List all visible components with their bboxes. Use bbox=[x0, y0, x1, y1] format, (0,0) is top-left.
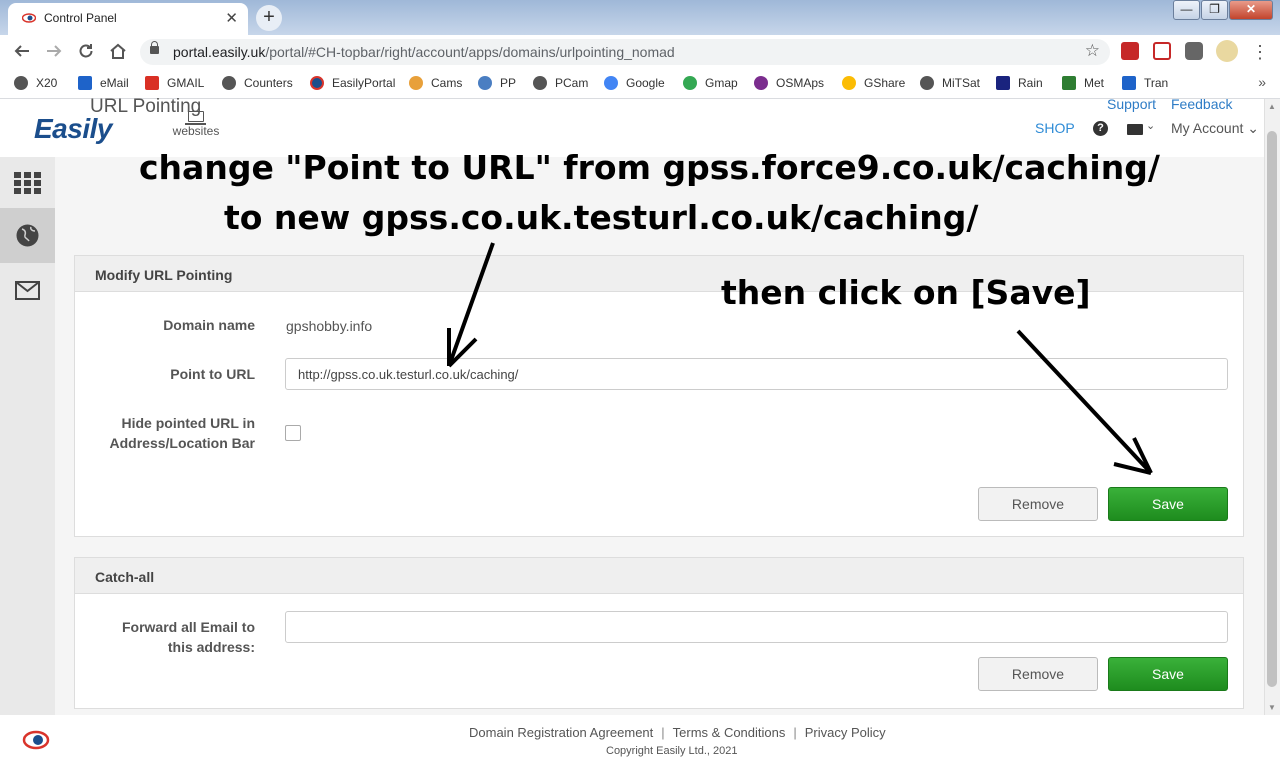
bookmark-item[interactable]: MiTSat bbox=[920, 76, 980, 92]
annotation-instruction-line3: then click on [Save] bbox=[721, 273, 1091, 312]
tab-title: Control Panel bbox=[44, 11, 117, 25]
home-icon[interactable] bbox=[108, 42, 128, 62]
browser-tab-strip: Control Panel ✕ + — ❐ ✕ bbox=[0, 0, 1280, 35]
extensions-puzzle-icon[interactable] bbox=[1185, 42, 1203, 60]
support-link[interactable]: Support bbox=[1107, 96, 1156, 112]
sidebar-item-apps[interactable] bbox=[0, 157, 55, 212]
annotation-instruction-line1: change "Point to URL" from gpss.force9.c… bbox=[139, 148, 1160, 187]
bookmark-item[interactable]: PP bbox=[478, 76, 516, 92]
terms-conditions-link[interactable]: Terms & Conditions bbox=[673, 725, 786, 740]
globe-icon bbox=[16, 224, 39, 247]
footer-links: Domain Registration Agreement | Terms & Co… bbox=[469, 725, 886, 740]
shop-link[interactable]: SHOP bbox=[1035, 120, 1075, 136]
save-button[interactable]: Save bbox=[1108, 487, 1228, 521]
catch-all-save-button[interactable]: Save bbox=[1108, 657, 1228, 691]
scrollbar-thumb[interactable] bbox=[1267, 131, 1277, 687]
bookmark-item[interactable]: Gmap bbox=[683, 76, 738, 92]
footer-separator: | bbox=[793, 725, 797, 740]
site-footer: Domain Registration Agreement | Terms & Co… bbox=[0, 715, 1264, 768]
bookmark-item[interactable]: Counters bbox=[222, 76, 293, 92]
browser-tab[interactable]: Control Panel ✕ bbox=[8, 3, 248, 35]
copyright-text: Copyright Easily Ltd., 2021 bbox=[606, 745, 738, 757]
chevron-down-icon[interactable]: ⌄ bbox=[1146, 119, 1155, 132]
tab-close-icon[interactable]: ✕ bbox=[225, 9, 238, 27]
calendar-extension-icon[interactable] bbox=[1153, 42, 1171, 60]
feedback-link[interactable]: Feedback bbox=[1171, 96, 1232, 112]
sidebar-item-domains[interactable] bbox=[0, 208, 55, 263]
help-icon[interactable]: ? bbox=[1093, 121, 1108, 136]
panel-heading: Catch-all bbox=[75, 558, 1243, 594]
bookmark-item[interactable]: Google bbox=[604, 76, 665, 92]
forward-email-label: Forward all Email to this address: bbox=[121, 619, 255, 655]
scroll-up-icon[interactable]: ▲ bbox=[1268, 102, 1276, 111]
sidebar-item-email[interactable] bbox=[0, 263, 55, 318]
catch-all-remove-button[interactable]: Remove bbox=[978, 657, 1098, 691]
point-to-url-label: Point to URL bbox=[170, 366, 255, 382]
remove-button[interactable]: Remove bbox=[978, 487, 1098, 521]
bookmark-item[interactable]: PCam bbox=[533, 76, 588, 92]
page-title: URL Pointing bbox=[90, 96, 202, 117]
bookmark-item[interactable]: Rain bbox=[996, 76, 1043, 92]
bookmark-star-icon[interactable]: ☆ bbox=[1085, 41, 1100, 61]
websites-label: websites bbox=[172, 124, 220, 138]
profile-avatar-icon[interactable] bbox=[1216, 40, 1238, 62]
easily-footer-logo-icon bbox=[22, 730, 50, 750]
address-url: portal.easily.uk/portal/#CH-topbar/right… bbox=[173, 44, 675, 60]
my-account-menu[interactable]: My Account ⌄ bbox=[1171, 120, 1259, 137]
grid-icon bbox=[14, 172, 41, 194]
browser-toolbar: portal.easily.uk/portal/#CH-topbar/right… bbox=[0, 35, 1280, 69]
bookmarks-bar: X20 eMail GMAIL Counters EasilyPortal Ca… bbox=[0, 69, 1280, 99]
new-tab-button[interactable]: + bbox=[256, 5, 282, 31]
envelope-icon bbox=[15, 281, 40, 300]
lock-icon bbox=[150, 41, 159, 54]
window-maximize-button[interactable]: ❐ bbox=[1201, 0, 1228, 20]
domain-name-value: gpshobby.info bbox=[286, 318, 373, 334]
hide-pointed-url-label: Hide pointed URL in Address/Location Bar bbox=[109, 415, 255, 451]
browser-menu-icon[interactable]: ⋮ bbox=[1250, 42, 1270, 62]
bookmark-item[interactable]: GShare bbox=[842, 76, 905, 92]
window-close-button[interactable]: ✕ bbox=[1229, 0, 1273, 20]
domain-name-label: Domain name bbox=[163, 317, 255, 333]
mail-icon[interactable] bbox=[1127, 124, 1143, 135]
bookmark-item[interactable]: GMAIL bbox=[145, 76, 204, 92]
footer-separator: | bbox=[661, 725, 665, 740]
forward-email-input[interactable] bbox=[285, 611, 1228, 643]
hide-pointed-url-checkbox[interactable] bbox=[285, 425, 301, 441]
forward-arrow-icon[interactable] bbox=[44, 42, 64, 62]
privacy-policy-link[interactable]: Privacy Policy bbox=[805, 725, 886, 740]
bookmark-item[interactable]: X20 bbox=[14, 76, 57, 92]
bookmark-item[interactable]: OSMAps bbox=[754, 76, 824, 92]
scroll-down-icon[interactable]: ▼ bbox=[1268, 703, 1276, 712]
bookmark-item[interactable]: Tran bbox=[1122, 76, 1168, 92]
reload-icon[interactable] bbox=[76, 42, 96, 62]
window-minimize-button[interactable]: — bbox=[1173, 0, 1200, 20]
bookmark-item[interactable]: Met bbox=[1062, 76, 1104, 92]
bookmark-item[interactable]: Cams bbox=[409, 76, 462, 92]
sidebar bbox=[0, 157, 55, 715]
pdf-extension-icon[interactable] bbox=[1121, 42, 1139, 60]
point-to-url-input[interactable] bbox=[285, 358, 1228, 390]
easily-favicon-icon bbox=[22, 13, 36, 23]
bookmark-item[interactable]: eMail bbox=[78, 76, 129, 92]
address-bar[interactable]: portal.easily.uk/portal/#CH-topbar/right… bbox=[140, 39, 1110, 65]
annotation-instruction-line2: to new gpss.co.uk.testurl.co.uk/caching/ bbox=[224, 198, 979, 237]
bookmark-item[interactable]: EasilyPortal bbox=[310, 76, 395, 92]
back-arrow-icon[interactable] bbox=[12, 42, 32, 62]
domain-registration-agreement-link[interactable]: Domain Registration Agreement bbox=[469, 725, 653, 740]
bookmarks-more-icon[interactable]: » bbox=[1258, 74, 1266, 90]
